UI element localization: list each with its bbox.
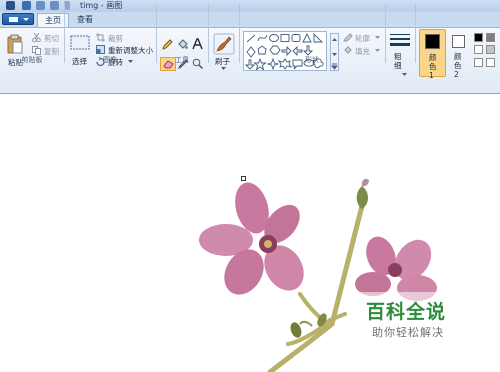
color1-swatch	[425, 34, 440, 49]
cut-button[interactable]: 剪切	[44, 33, 59, 44]
color2-button[interactable]: 颜色 2	[448, 29, 470, 79]
color1-button[interactable]: 颜色 1	[419, 29, 446, 80]
palette-swatch[interactable]	[486, 33, 495, 42]
color2-label: 颜色 2	[454, 52, 462, 79]
chevron-down-icon[interactable]	[221, 67, 226, 71]
palette-swatch[interactable]	[474, 58, 483, 67]
palette-swatch[interactable]	[486, 58, 495, 67]
watermark-subtitle: 助你轻松解决	[372, 326, 444, 339]
divider	[64, 3, 65, 63]
brush-icon[interactable]	[213, 33, 235, 55]
chevron-down-icon[interactable]	[402, 73, 407, 77]
cut-icon	[32, 33, 41, 42]
chevron-down-icon	[375, 36, 380, 39]
size-button[interactable]: 粗细	[394, 52, 406, 70]
save-quick-icon[interactable]	[22, 1, 31, 10]
brushes-button[interactable]: 刷子	[215, 56, 230, 67]
fill-bucket-icon[interactable]	[177, 39, 188, 50]
divider	[239, 3, 240, 63]
fill-icon	[344, 46, 352, 54]
ribbon-tab-row: 主页 查看	[0, 12, 500, 27]
pencil-icon[interactable]	[162, 39, 173, 50]
shapes-scroll-icon[interactable]	[330, 33, 339, 71]
divider	[385, 3, 386, 63]
tools-group-label: 工具	[175, 56, 189, 64]
clipboard-group-label: 剪贴板	[21, 56, 43, 64]
crop-icon	[96, 33, 105, 42]
outline-button[interactable]: 轮廓	[355, 33, 370, 44]
line-size-icon[interactable]	[390, 33, 410, 49]
select-icon[interactable]	[70, 35, 90, 51]
palette-swatch[interactable]	[486, 45, 495, 54]
canvas-resize-handle[interactable]	[241, 176, 246, 181]
shapes-gallery[interactable]	[243, 31, 327, 71]
copy-icon	[32, 46, 41, 55]
redo-quick-icon[interactable]	[50, 1, 59, 10]
divider	[208, 3, 209, 63]
color1-label: 颜色 1	[429, 53, 437, 80]
resize-icon	[96, 45, 105, 54]
menu-icon	[9, 17, 18, 22]
tab-view[interactable]: 查看	[72, 13, 98, 27]
divider	[415, 3, 416, 63]
palette-swatch[interactable]	[474, 33, 483, 42]
title-bar: timg - 画图	[0, 0, 500, 12]
shapes-group-label: 形状	[305, 56, 319, 64]
text-tool-icon[interactable]	[192, 38, 203, 50]
watermark-title: 百科全说	[366, 301, 447, 323]
palette-swatch[interactable]	[474, 45, 483, 54]
divider	[156, 3, 157, 63]
window-title: timg - 画图	[80, 1, 123, 10]
chevron-down-icon	[23, 18, 29, 21]
undo-quick-icon[interactable]	[36, 1, 45, 10]
app-icon[interactable]	[6, 1, 15, 10]
paste-icon[interactable]	[7, 34, 23, 54]
chevron-down-icon	[375, 49, 380, 52]
color2-swatch	[452, 35, 465, 48]
image-group-label: 图像	[103, 56, 117, 64]
outline-icon	[343, 33, 353, 42]
paint-menu-button[interactable]	[2, 13, 34, 25]
crop-button[interactable]: 裁剪	[108, 33, 123, 44]
shapes-gallery-icons	[245, 33, 324, 71]
